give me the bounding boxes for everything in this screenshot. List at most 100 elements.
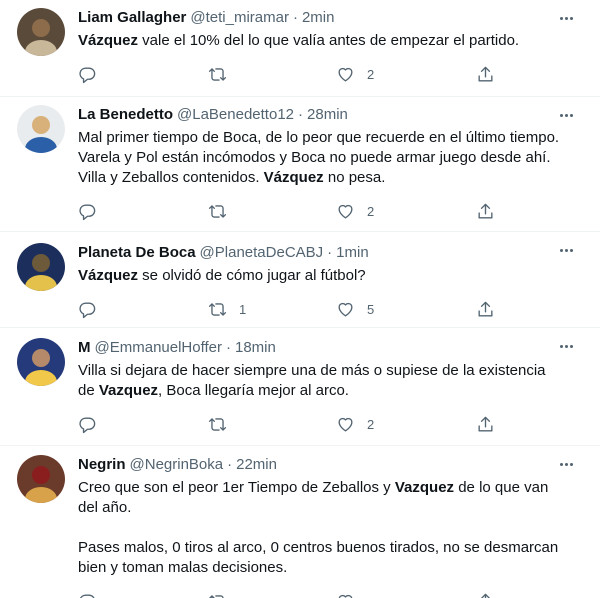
- tweet-header: M @EmmanuelHoffer · 18min: [78, 338, 584, 358]
- retweet-button[interactable]: [208, 592, 239, 598]
- timestamp[interactable]: 1min: [336, 243, 369, 263]
- separator-dot: ·: [227, 456, 233, 473]
- tweet[interactable]: M @EmmanuelHoffer · 18min Villa si dejar…: [0, 328, 600, 446]
- avatar-image: [17, 8, 65, 56]
- retweet-button[interactable]: [208, 415, 239, 434]
- like-count: 5: [367, 301, 375, 317]
- reply-icon: [79, 66, 96, 83]
- retweet-icon: [208, 594, 224, 598]
- share-icon: [478, 416, 493, 432]
- share-icon: [478, 66, 493, 82]
- avatar-image: [17, 455, 65, 503]
- retweet-button[interactable]: 1: [208, 300, 246, 319]
- like-button[interactable]: 2: [336, 202, 374, 221]
- retweet-button[interactable]: [208, 65, 239, 84]
- like-button[interactable]: 2: [336, 65, 374, 84]
- tweet-paragraph: Vázquez se olvidó de cómo jugar al fútbo…: [78, 266, 563, 286]
- avatar[interactable]: [17, 455, 65, 503]
- highlighted-keyword: Vazquez: [98, 382, 159, 399]
- tweet-content: Planeta De Boca @PlanetaDeCABJ · 1min Vá…: [78, 243, 584, 319]
- share-button[interactable]: [476, 202, 495, 221]
- more-options-button[interactable]: [554, 336, 578, 356]
- timestamp[interactable]: 28min: [307, 105, 348, 125]
- user-handle[interactable]: @NegrinBoka: [130, 455, 224, 475]
- tweet-paragraph: Creo que son el peor 1er Tiempo de Zebal…: [78, 478, 563, 518]
- share-button[interactable]: [476, 65, 495, 84]
- more-options-button[interactable]: [554, 454, 578, 474]
- highlighted-keyword: Vázquez: [78, 267, 139, 284]
- reply-button[interactable]: [78, 415, 97, 434]
- user-handle[interactable]: @LaBenedetto12: [177, 105, 294, 125]
- tweet-text: Vázquez se olvidó de cómo jugar al fútbo…: [78, 266, 563, 286]
- highlighted-keyword: Vazquez: [394, 479, 455, 496]
- display-name[interactable]: Negrin: [78, 455, 126, 475]
- tweet-paragraph: Mal primer tiempo de Boca, de lo peor qu…: [78, 128, 563, 188]
- more-options-button[interactable]: [554, 8, 578, 28]
- avatar[interactable]: [17, 338, 65, 386]
- display-name[interactable]: Liam Gallagher: [78, 8, 186, 28]
- retweet-icon: [208, 67, 227, 81]
- like-button[interactable]: [336, 592, 367, 598]
- like-button[interactable]: 2: [336, 415, 374, 434]
- reply-button[interactable]: [78, 65, 97, 84]
- separator-dot: ·: [226, 339, 231, 356]
- more-options-button[interactable]: [554, 105, 578, 125]
- separator-dot: ·: [327, 244, 333, 261]
- tweet[interactable]: Negrin @NegrinBoka · 22min Creo que son …: [0, 446, 600, 598]
- share-button[interactable]: [476, 415, 495, 434]
- tweet-actions: 2: [78, 201, 584, 221]
- retweet-button[interactable]: [208, 202, 239, 221]
- more-options-button[interactable]: [554, 240, 578, 260]
- reply-button[interactable]: [78, 592, 97, 598]
- tweet-content: Negrin @NegrinBoka · 22min Creo que son …: [78, 455, 584, 598]
- avatar[interactable]: [17, 243, 65, 291]
- tweet-header: Planeta De Boca @PlanetaDeCABJ · 1min: [78, 243, 584, 263]
- tweet[interactable]: La Benedetto @LaBenedetto12 · 28min Mal …: [0, 97, 600, 232]
- display-name[interactable]: M: [78, 338, 91, 358]
- user-handle[interactable]: @PlanetaDeCABJ: [200, 243, 324, 263]
- separator-dot: ·: [298, 106, 304, 123]
- separator-dot: ·: [292, 9, 298, 26]
- tweet-text: Creo que son el peor 1er Tiempo de Zebal…: [78, 478, 563, 578]
- heart-icon: [338, 417, 353, 432]
- tweet-header: Negrin @NegrinBoka · 22min: [78, 455, 584, 475]
- timestamp[interactable]: 2min: [302, 8, 335, 28]
- tweet[interactable]: Liam Gallagher @teti_miramar · 2min Vázq…: [0, 0, 600, 97]
- tweet[interactable]: Planeta De Boca @PlanetaDeCABJ · 1min Vá…: [0, 232, 600, 328]
- tweet-header: Liam Gallagher @teti_miramar · 2min: [78, 8, 584, 28]
- tweet-actions: [78, 591, 584, 598]
- tweet-actions: 2: [78, 64, 584, 84]
- tweet-text: Villa si dejara de hacer siempre una de …: [78, 361, 563, 401]
- heart-icon: [338, 204, 353, 219]
- avatar[interactable]: [17, 105, 65, 153]
- reply-button[interactable]: [78, 202, 97, 221]
- timestamp[interactable]: 22min: [236, 455, 277, 475]
- tweet-paragraph: Villa si dejara de hacer siempre una de …: [78, 361, 563, 401]
- share-button[interactable]: [476, 592, 495, 598]
- user-handle[interactable]: @teti_miramar: [190, 8, 289, 28]
- retweet-icon: [208, 302, 227, 316]
- retweet-icon: [208, 417, 227, 431]
- tweet-paragraph: Pases malos, 0 tiros al arco, 0 centros …: [78, 538, 563, 578]
- display-name[interactable]: Planeta De Boca: [78, 243, 196, 263]
- avatar[interactable]: [17, 8, 65, 56]
- tweet-header: La Benedetto @LaBenedetto12 · 28min: [78, 105, 584, 125]
- avatar-image: [17, 338, 65, 386]
- heart-icon: [338, 594, 353, 598]
- heart-icon: [338, 67, 353, 82]
- reply-button[interactable]: [78, 300, 97, 319]
- reply-icon: [79, 593, 95, 598]
- tweet-content: Liam Gallagher @teti_miramar · 2min Vázq…: [78, 8, 584, 84]
- tweet-text: Mal primer tiempo de Boca, de lo peor qu…: [78, 128, 563, 188]
- user-handle[interactable]: @EmmanuelHoffer: [95, 338, 223, 358]
- timestamp[interactable]: 18min: [235, 338, 276, 358]
- like-button[interactable]: 5: [336, 300, 374, 319]
- text-run: no pesa.: [323, 169, 386, 186]
- reply-icon: [79, 301, 96, 318]
- text-run: Creo que son el peor 1er Tiempo de Zebal…: [78, 479, 395, 496]
- display-name[interactable]: La Benedetto: [78, 105, 173, 125]
- retweet-count: 1: [239, 301, 247, 317]
- tweet-text: Vázquez vale el 10% del lo que valía ant…: [78, 31, 563, 51]
- share-button[interactable]: [476, 300, 495, 319]
- tweet-actions: 1 5: [78, 299, 584, 319]
